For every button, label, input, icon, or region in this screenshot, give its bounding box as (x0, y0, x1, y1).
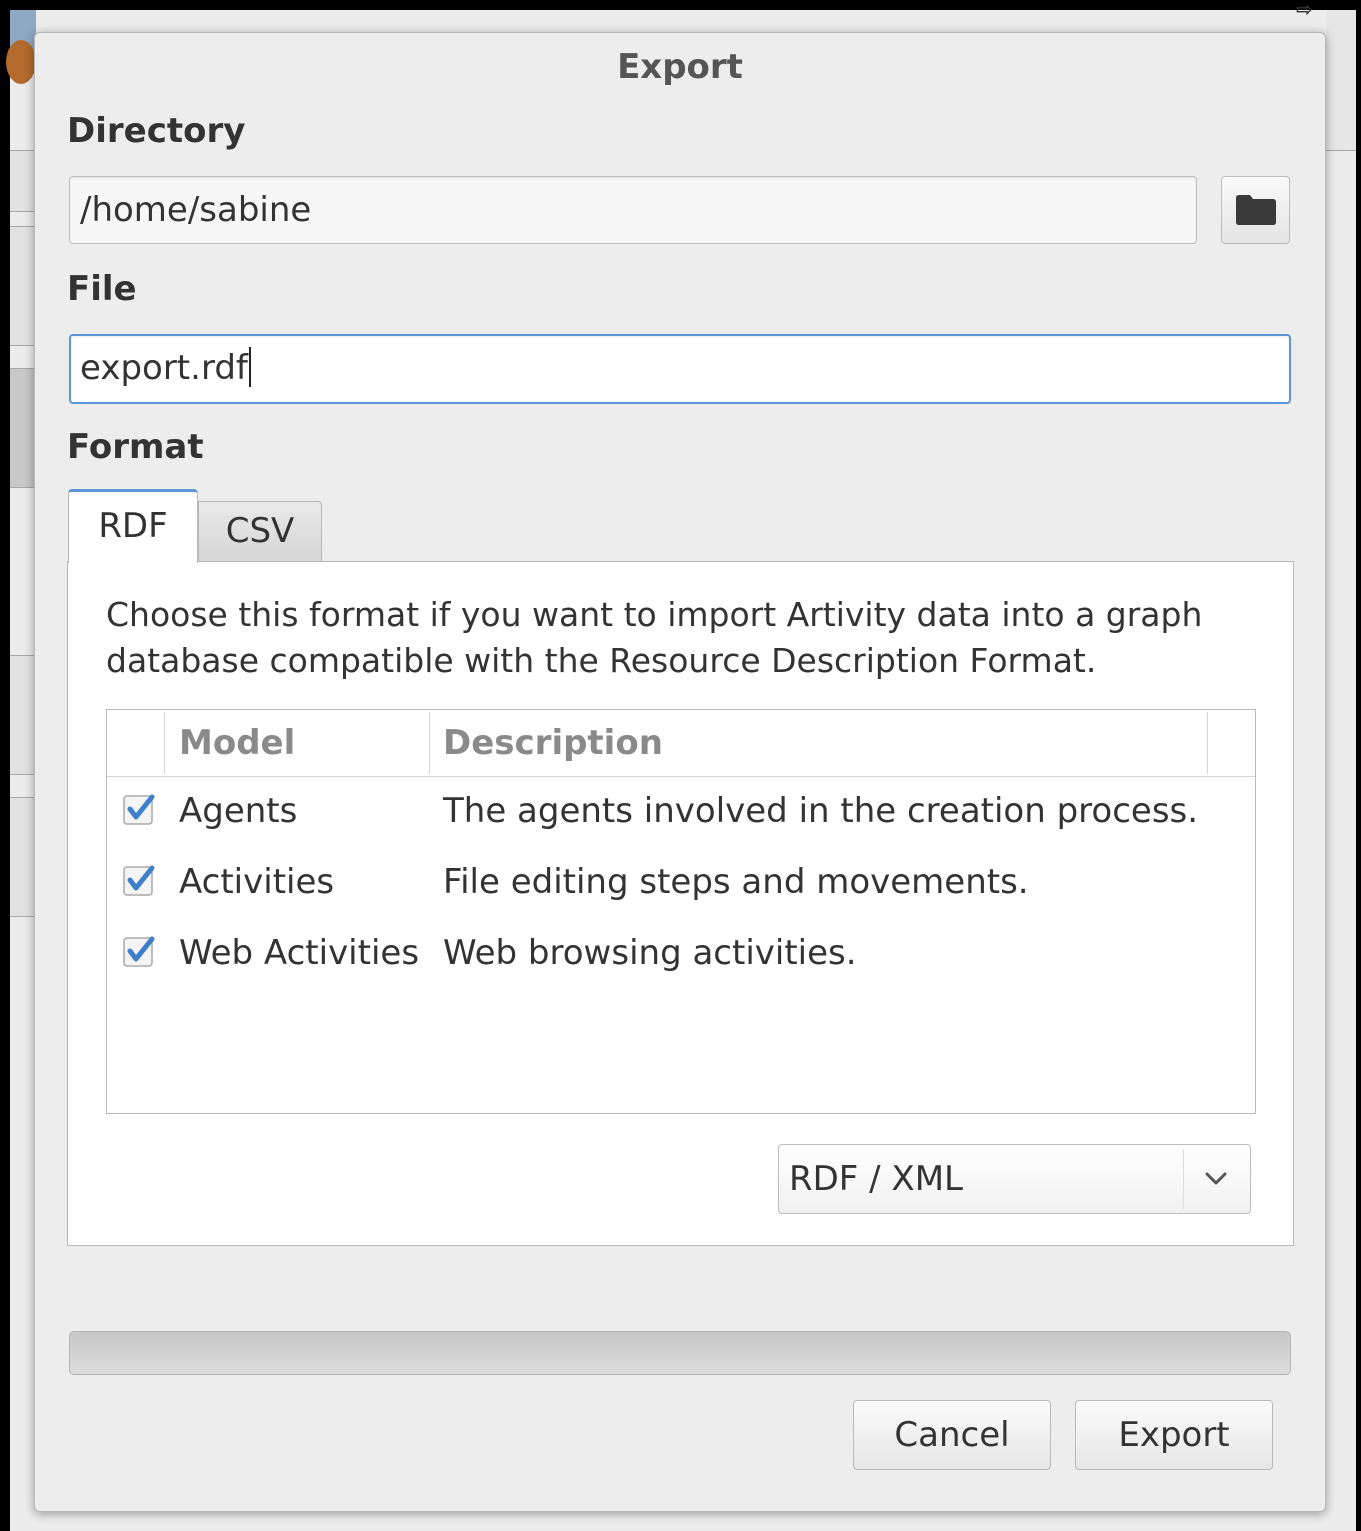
rdf-tab-panel: Choose this format if you want to import… (67, 561, 1294, 1246)
model-description: File editing steps and movements. (443, 862, 1029, 902)
chevron-down-icon (1205, 1172, 1227, 1185)
background-toolbar-icon: ⇨ (1296, 0, 1313, 21)
background-toolbar-edge (1326, 10, 1356, 151)
export-button[interactable]: Export (1075, 1400, 1273, 1470)
directory-field[interactable]: /home/sabine (69, 176, 1197, 244)
model-name: Activities (179, 862, 335, 902)
text-caret (248, 346, 251, 387)
file-name-field[interactable]: export.rdf (69, 334, 1291, 404)
directory-value: /home/sabine (80, 190, 312, 230)
table-row-web-activities[interactable]: Web Activities Web browsing activities. (107, 918, 1255, 989)
model-description: The agents involved in the creation proc… (443, 791, 1199, 831)
background-panel-edge (10, 368, 35, 488)
column-separator (1207, 712, 1208, 774)
table-header: Model Description (107, 710, 1255, 777)
directory-label: Directory (67, 111, 246, 151)
tab-rdf[interactable]: RDF (68, 489, 198, 563)
column-header-model[interactable]: Model (179, 710, 295, 776)
table-row-activities[interactable]: Activities File editing steps and moveme… (107, 847, 1255, 918)
tab-csv[interactable]: CSV (198, 501, 322, 561)
model-name: Agents (179, 791, 298, 831)
export-dialog: Export Directory /home/sabine File expor… (34, 32, 1326, 1512)
select-separator (1183, 1149, 1184, 1209)
browse-directory-button[interactable] (1221, 176, 1290, 244)
background-panel-edge (10, 150, 35, 212)
folder-icon (1236, 195, 1276, 225)
file-label: File (67, 269, 137, 309)
background-panel-edge (10, 226, 35, 346)
model-description: Web browsing activities. (443, 933, 857, 973)
cancel-button[interactable]: Cancel (853, 1400, 1051, 1470)
dialog-title: Export (617, 47, 743, 87)
column-separator (164, 712, 165, 774)
format-label: Format (67, 427, 204, 467)
serialization-selected-value: RDF / XML (789, 1159, 964, 1199)
background-panel-edge (10, 655, 35, 775)
model-name: Web Activities (179, 933, 420, 973)
model-table: Model Description Agents The agents invo… (106, 709, 1256, 1114)
file-name-value: export.rdf (80, 348, 248, 388)
column-header-description[interactable]: Description (443, 710, 663, 776)
column-separator (429, 712, 430, 774)
background-avatar (6, 40, 36, 84)
export-progress-bar (69, 1331, 1291, 1375)
background-panel-edge (10, 797, 35, 917)
table-row-agents[interactable]: Agents The agents involved in the creati… (107, 776, 1255, 847)
checkbox-agents[interactable] (123, 793, 157, 827)
serialization-select[interactable]: RDF / XML (778, 1144, 1251, 1214)
checkbox-activities[interactable] (123, 864, 157, 898)
format-description: Choose this format if you want to import… (106, 595, 1203, 680)
checkbox-web-activities[interactable] (123, 935, 157, 969)
